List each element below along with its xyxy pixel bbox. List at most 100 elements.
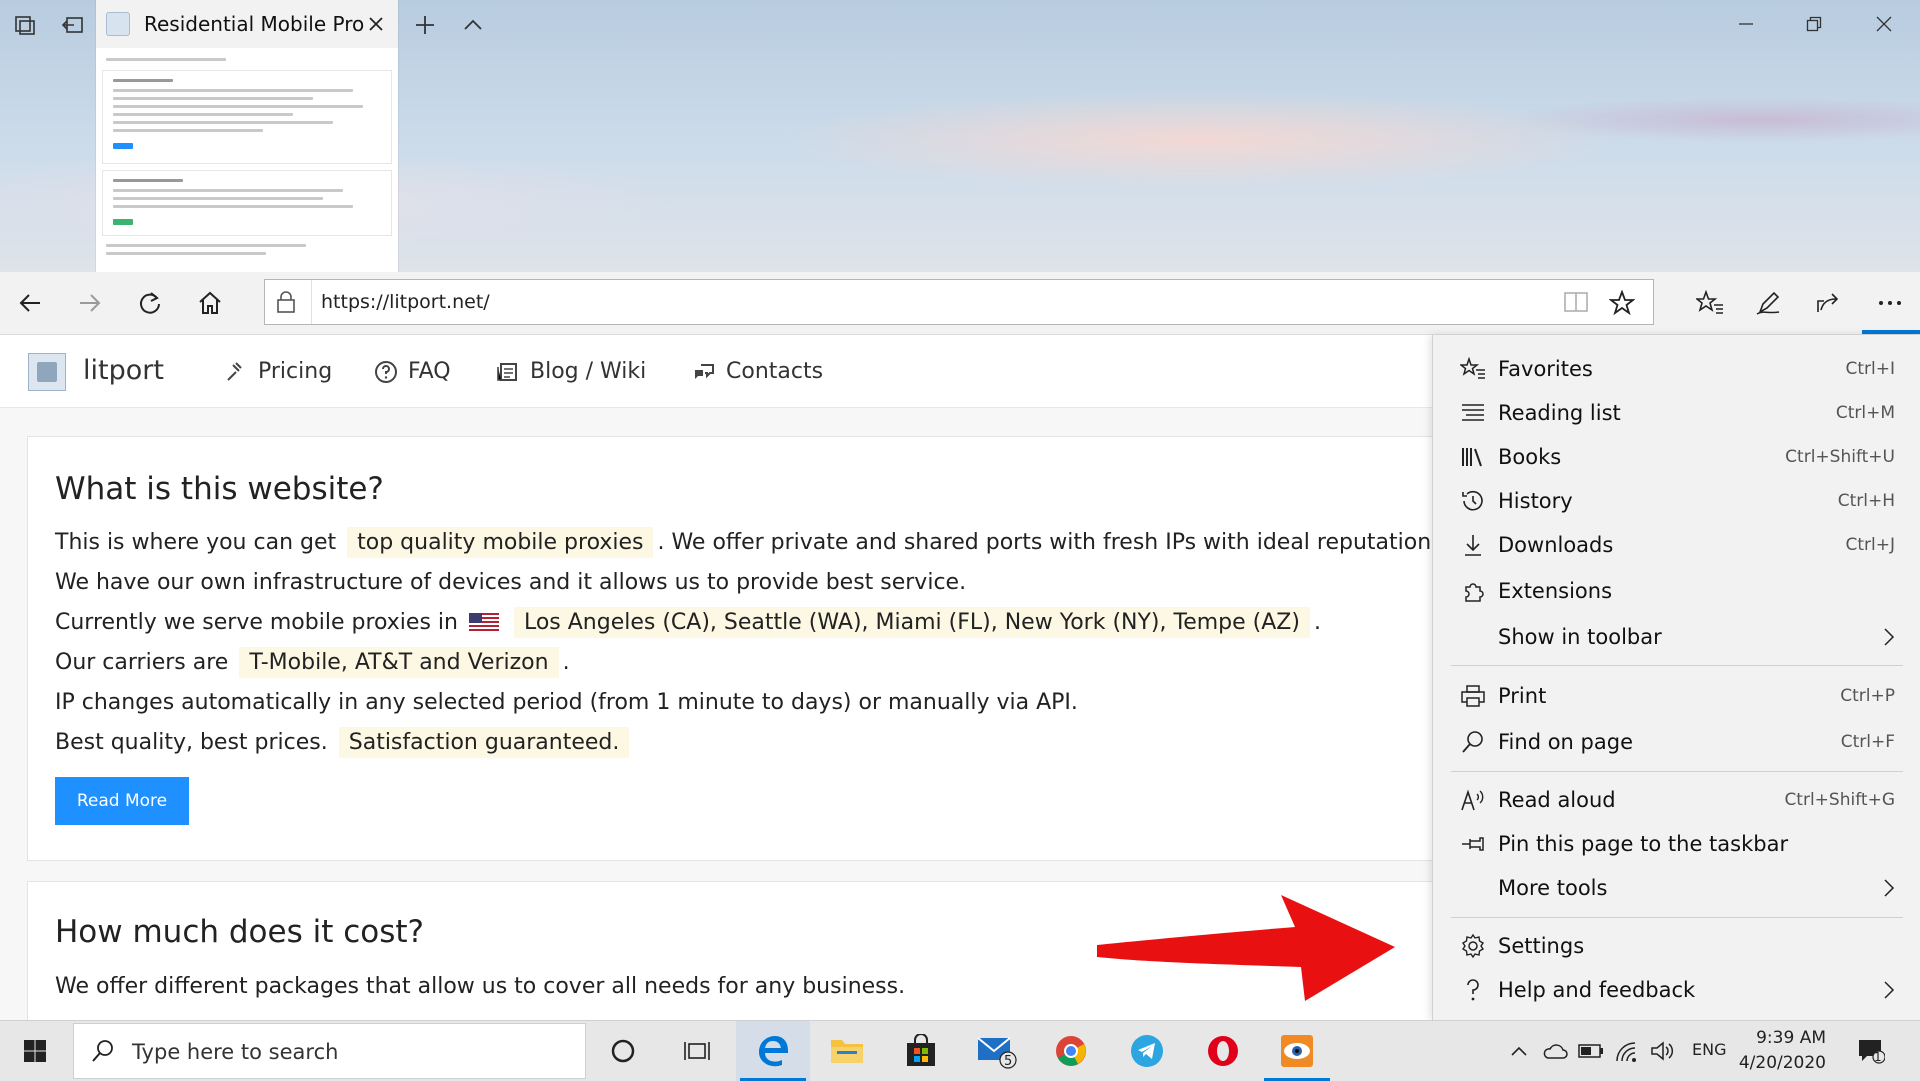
taskbar-store[interactable] [884, 1021, 958, 1081]
menu-help-feedback[interactable]: Help and feedback [1433, 968, 1920, 1012]
print-icon [1459, 682, 1487, 710]
volume-tray[interactable] [1648, 1036, 1678, 1066]
menu-pin-taskbar[interactable]: Pin this page to the taskbar [1433, 822, 1920, 866]
read-more-button[interactable]: Read More [55, 777, 189, 825]
forward-icon[interactable] [68, 281, 112, 325]
menu-show-in-toolbar-label: Show in toolbar [1498, 625, 1662, 649]
clock-time[interactable]: 9:39 AM [1750, 1028, 1826, 1048]
refresh-icon[interactable] [128, 281, 172, 325]
download-icon [1459, 531, 1487, 559]
opera-icon [1208, 1036, 1238, 1066]
new-tab-icon[interactable] [408, 8, 442, 42]
menu-find-on-page[interactable]: Find on page Ctrl+F [1433, 720, 1920, 764]
about-title: What is this website? [55, 471, 384, 507]
menu-favorites[interactable]: Favorites Ctrl+I [1433, 347, 1920, 391]
tab-active[interactable]: Residential Mobile Prox [96, 0, 398, 272]
chevron-right-icon [1883, 878, 1895, 898]
menu-show-in-toolbar[interactable]: Show in toolbar [1433, 615, 1920, 659]
settings-icon [1459, 932, 1487, 960]
menu-print-shortcut: Ctrl+P [1840, 686, 1895, 706]
task-view-button[interactable] [660, 1021, 734, 1081]
reading-view-icon[interactable] [1563, 290, 1589, 314]
nav-contacts[interactable]: Contacts [692, 359, 823, 384]
favorites-hub-icon[interactable] [1688, 281, 1732, 325]
hide-tab-previews-icon[interactable] [456, 8, 490, 42]
about-line-2: We have our own infrastructure of device… [55, 570, 967, 595]
home-icon[interactable] [188, 281, 232, 325]
tab-close-icon[interactable] [364, 12, 388, 36]
address-bar[interactable]: https://litport.net/ [264, 279, 1654, 325]
menu-history[interactable]: History Ctrl+H [1433, 479, 1920, 523]
taskbar-app-eye[interactable] [1260, 1021, 1334, 1081]
battery-icon [1578, 1044, 1603, 1058]
taskbar-search[interactable]: Type here to search [73, 1023, 586, 1079]
menu-extensions-label: Extensions [1498, 579, 1613, 603]
task-view-icon [684, 1042, 710, 1060]
chevron-up-icon [1511, 1046, 1527, 1056]
nav-blog-label: Blog / Wiki [530, 359, 647, 384]
action-center[interactable]: 1 [1856, 1036, 1886, 1066]
close-window-icon[interactable] [1854, 6, 1914, 42]
taskbar: Type here to search 5 ENG 9:39 AM 4/20/2… [0, 1020, 1920, 1081]
menu-print[interactable]: Print Ctrl+P [1433, 674, 1920, 718]
about-line-3: Currently we serve mobile proxies in Los… [55, 607, 1321, 638]
menu-settings[interactable]: Settings [1433, 924, 1920, 968]
nav-pricing[interactable]: Pricing [224, 359, 332, 384]
tabs-aside-icon[interactable] [8, 8, 42, 42]
highlight-cities: Los Angeles (CA), Seattle (WA), Miami (F… [513, 607, 1310, 638]
wifi-tray[interactable] [1612, 1036, 1642, 1066]
taskbar-file-explorer[interactable] [810, 1021, 884, 1081]
menu-downloads[interactable]: Downloads Ctrl+J [1433, 523, 1920, 567]
start-button[interactable] [0, 1021, 70, 1081]
show-hidden-icons[interactable] [1504, 1036, 1534, 1066]
taskbar-edge[interactable] [736, 1021, 810, 1081]
url-text[interactable]: https://litport.net/ [321, 291, 490, 313]
restore-icon[interactable] [1784, 6, 1844, 42]
menu-reading-list[interactable]: Reading list Ctrl+M [1433, 391, 1920, 435]
menu-divider [1451, 771, 1903, 772]
tab-preview-thumbnail [96, 48, 398, 272]
store-icon [907, 1034, 935, 1066]
cortana-icon [611, 1039, 635, 1063]
wifi-icon [1616, 1042, 1636, 1062]
menu-more-tools[interactable]: More tools [1433, 866, 1920, 910]
menu-read-aloud[interactable]: Read aloud Ctrl+Shift+G [1433, 778, 1920, 822]
clock-date[interactable]: 4/20/2020 [1736, 1053, 1826, 1073]
taskbar-chrome[interactable] [1034, 1021, 1108, 1081]
about-card: What is this website? This is where you … [27, 436, 1432, 861]
share-icon[interactable] [1806, 281, 1850, 325]
menu-downloads-shortcut: Ctrl+J [1845, 535, 1895, 555]
pricing-line-1: We offer different packages that allow u… [55, 974, 906, 999]
search-placeholder: Type here to search [132, 1040, 339, 1064]
back-icon[interactable] [8, 281, 52, 325]
battery-tray[interactable] [1576, 1036, 1606, 1066]
cortana-button[interactable] [586, 1021, 660, 1081]
site-name[interactable]: litport [83, 355, 164, 386]
title-bar: Residential Mobile Prox [0, 0, 1920, 272]
taskbar-mail[interactable]: 5 [960, 1021, 1034, 1081]
more-options-icon[interactable] [1868, 281, 1912, 325]
taskbar-telegram[interactable] [1110, 1021, 1184, 1081]
menu-extensions[interactable]: Extensions [1433, 569, 1920, 613]
menu-reading-list-shortcut: Ctrl+M [1835, 403, 1895, 423]
menu-books[interactable]: Books Ctrl+Shift+U [1433, 435, 1920, 479]
highlight-guarantee: Satisfaction guaranteed. [338, 727, 630, 758]
lock-icon[interactable] [275, 290, 297, 314]
nav-blog[interactable]: Blog / Wiki [496, 359, 646, 384]
input-language[interactable]: ENG [1692, 1040, 1726, 1059]
onedrive-tray[interactable] [1540, 1036, 1570, 1066]
set-tabs-aside-icon[interactable] [56, 8, 90, 42]
add-favorite-icon[interactable] [1609, 290, 1635, 316]
nav-faq[interactable]: FAQ [374, 359, 451, 384]
volume-icon [1651, 1041, 1674, 1061]
history-icon [1459, 487, 1487, 515]
taskbar-opera[interactable] [1186, 1021, 1260, 1081]
eye-app-icon [1281, 1035, 1313, 1067]
minimize-icon[interactable] [1716, 6, 1776, 42]
browser-toolbar: https://litport.net/ [0, 272, 1920, 335]
telegram-icon [1131, 1035, 1163, 1067]
site-favicon-icon [106, 12, 130, 36]
add-notes-icon[interactable] [1746, 281, 1790, 325]
annotation-arrow [1097, 895, 1395, 1001]
site-logo[interactable] [28, 353, 66, 391]
